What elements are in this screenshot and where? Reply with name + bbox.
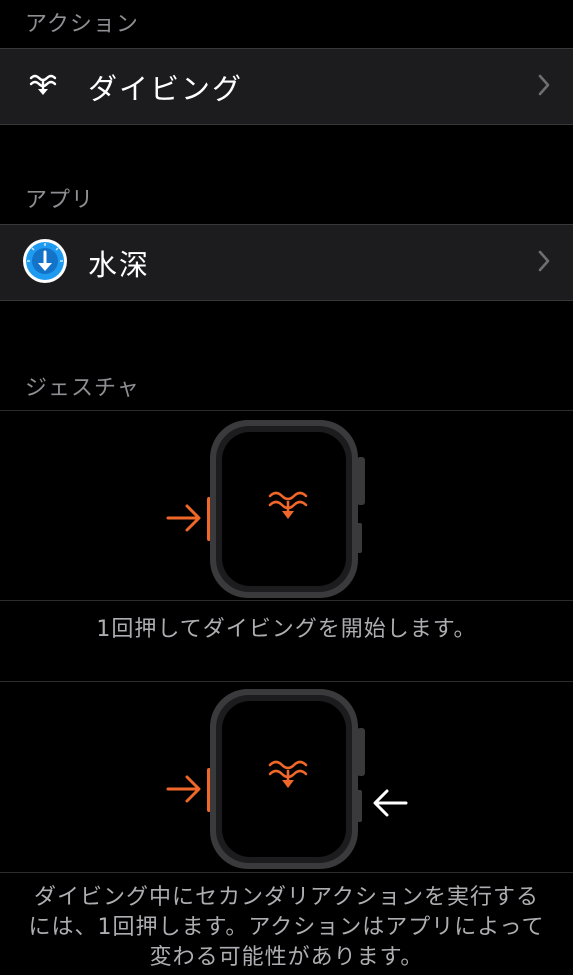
divider bbox=[0, 872, 573, 873]
watch-illustration-secondary-action bbox=[160, 686, 420, 875]
section-header-action: アクション bbox=[25, 12, 139, 37]
section-header-gesture: ジェスチャ bbox=[25, 376, 140, 401]
gesture-caption-single-press: 1回押してダイビングを開始します。 bbox=[96, 617, 477, 642]
depth-app-icon bbox=[22, 238, 68, 288]
dive-waves-icon bbox=[28, 70, 58, 104]
arrow-right-icon bbox=[166, 775, 201, 803]
caption-line: ダイビング中にセカンダリアクションを実行する bbox=[34, 885, 539, 910]
arrow-right-icon bbox=[166, 504, 201, 532]
chevron-right-icon bbox=[537, 74, 551, 100]
chevron-right-icon bbox=[537, 250, 551, 276]
action-row-label: ダイビング bbox=[88, 71, 244, 106]
caption-line: 変わる可能性があります。 bbox=[149, 945, 424, 970]
divider bbox=[0, 681, 573, 682]
gesture-caption-secondary-action: ダイビング中にセカンダリアクションを実行する には、1回押します。アクションはア… bbox=[0, 883, 573, 973]
action-row-diving[interactable]: ダイビング bbox=[0, 48, 573, 125]
watch-illustration-single-press bbox=[160, 415, 380, 604]
divider bbox=[0, 410, 573, 411]
app-row-depth[interactable]: 水深 bbox=[0, 224, 573, 301]
section-header-app: アプリ bbox=[25, 188, 95, 213]
divider bbox=[0, 600, 573, 601]
arrow-left-icon bbox=[373, 789, 408, 817]
caption-line: には、1回押します。アクションはアプリによって bbox=[28, 915, 545, 940]
app-row-label: 水深 bbox=[88, 247, 151, 282]
